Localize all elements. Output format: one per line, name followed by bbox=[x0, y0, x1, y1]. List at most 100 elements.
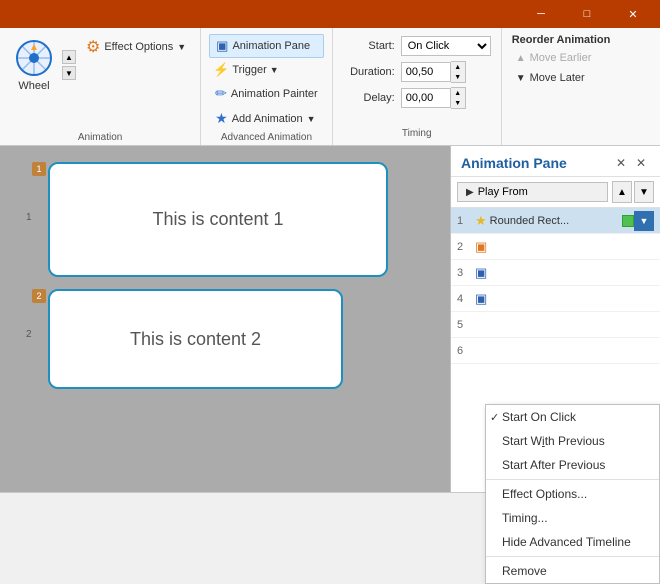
hide-advanced-label: Hide Advanced Timeline bbox=[502, 535, 631, 549]
delay-spin: ▲ ▼ bbox=[451, 87, 466, 109]
anim-row-6[interactable]: 6 bbox=[451, 338, 660, 364]
anim-row-4-icon: ▣ bbox=[475, 291, 487, 307]
delay-up[interactable]: ▲ bbox=[451, 88, 465, 98]
animation-painter-icon: ✏ bbox=[215, 85, 227, 102]
scroll-arrows: ▲ ▼ bbox=[62, 50, 76, 80]
slide-1-text: This is content 1 bbox=[152, 209, 283, 230]
move-later-button[interactable]: ▼ Move Later bbox=[512, 70, 611, 86]
anim-row-1[interactable]: 1 ★ Rounded Rect... ▼ bbox=[451, 208, 660, 234]
slide-2-badge: 2 bbox=[32, 289, 46, 303]
play-from-button[interactable]: ▶ Play From bbox=[457, 182, 608, 202]
duration-down[interactable]: ▼ bbox=[451, 72, 465, 82]
animation-dropdown-menu: Start On Click Start With Previous Start… bbox=[485, 404, 660, 584]
reorder-title: Reorder Animation bbox=[512, 34, 611, 46]
anim-row-4[interactable]: 4 ▣ bbox=[451, 286, 660, 312]
effect-options-item-label: Effect Options... bbox=[502, 487, 587, 501]
dropdown-separator-1 bbox=[486, 479, 659, 480]
animation-painter-button[interactable]: ✏ Animation Painter bbox=[209, 82, 324, 105]
delay-input-group: ▲ ▼ bbox=[401, 87, 466, 109]
advanced-btns: ▣ Animation Pane ⚡ Trigger ▼ ✏ Animation… bbox=[209, 34, 324, 130]
move-earlier-icon: ▲ bbox=[516, 53, 526, 64]
main-area: 1 1 This is content 1 2 2 This is conten… bbox=[0, 146, 660, 492]
wheel-label: Wheel bbox=[18, 80, 49, 92]
close-button[interactable]: ✕ bbox=[610, 0, 656, 28]
start-after-previous-label: Start After Previous bbox=[502, 458, 605, 472]
ribbon-reorder-group: Reorder Animation ▲ Move Earlier ▼ Move … bbox=[502, 28, 621, 145]
wheel-icon bbox=[14, 38, 54, 78]
animation-pane-button[interactable]: ▣ Animation Pane bbox=[209, 34, 324, 58]
dropdown-start-after-previous[interactable]: Start After Previous bbox=[486, 453, 659, 477]
ribbon: Wheel ▲ ▼ ⚙ Effect Options ▼ Animation bbox=[0, 28, 660, 146]
delay-down[interactable]: ▼ bbox=[451, 98, 465, 108]
add-animation-button[interactable]: ★ Add Animation ▼ bbox=[209, 107, 324, 130]
effect-animation-group: ⚙ Effect Options ▼ bbox=[80, 34, 192, 60]
slide-2-text: This is content 2 bbox=[130, 329, 261, 350]
wheel-button[interactable]: Wheel bbox=[8, 34, 60, 96]
animation-pane-icon: ▣ bbox=[216, 38, 228, 54]
ribbon-animations-group: Wheel ▲ ▼ ⚙ Effect Options ▼ Animation bbox=[0, 28, 201, 145]
scroll-down-arrow[interactable]: ▼ bbox=[62, 66, 76, 80]
dropdown-remove[interactable]: Remove bbox=[486, 559, 659, 583]
play-from-label: Play From bbox=[478, 186, 528, 198]
delay-label: Delay: bbox=[343, 92, 395, 104]
anim-row-5[interactable]: 5 bbox=[451, 312, 660, 338]
dropdown-start-on-click[interactable]: Start On Click bbox=[486, 405, 659, 429]
anim-row-2[interactable]: 2 ▣ bbox=[451, 234, 660, 260]
slide-panel: 1 1 This is content 1 2 2 This is conten… bbox=[0, 146, 450, 492]
dropdown-effect-options[interactable]: Effect Options... bbox=[486, 482, 659, 506]
remove-label: Remove bbox=[502, 564, 547, 578]
delay-input[interactable] bbox=[401, 88, 451, 108]
anim-row-2-icon: ▣ bbox=[475, 239, 487, 255]
scroll-up-arrow[interactable]: ▲ bbox=[62, 50, 76, 64]
anim-row-6-num: 6 bbox=[457, 345, 471, 357]
start-on-click-label: Start On Click bbox=[502, 410, 576, 424]
animations-content: Wheel ▲ ▼ ⚙ Effect Options ▼ bbox=[8, 34, 192, 130]
duration-input-group: ▲ ▼ bbox=[401, 61, 466, 83]
anim-row-1-label: Rounded Rect... bbox=[490, 215, 622, 227]
anim-row-1-num: 1 bbox=[457, 215, 471, 227]
slide-2-card[interactable]: 2 This is content 2 bbox=[48, 289, 343, 389]
ribbon-timing-group: Start: On Click With Previous After Prev… bbox=[333, 28, 502, 145]
duration-up[interactable]: ▲ bbox=[451, 62, 465, 72]
ribbon-group-advanced-label: Advanced Animation bbox=[221, 130, 312, 143]
ribbon-group-timing-label: Timing bbox=[343, 126, 491, 139]
delay-row: Delay: ▲ ▼ bbox=[343, 86, 491, 110]
start-select[interactable]: On Click With Previous After Previous bbox=[401, 36, 491, 56]
maximize-button[interactable]: □ bbox=[564, 0, 610, 28]
animation-pane-title: Animation Pane bbox=[461, 155, 567, 171]
trigger-button[interactable]: ⚡ Trigger ▼ bbox=[209, 60, 324, 80]
anim-row-3[interactable]: 3 ▣ bbox=[451, 260, 660, 286]
start-label: Start: bbox=[343, 40, 395, 52]
anim-row-1-dropdown[interactable]: ▼ bbox=[634, 211, 654, 231]
slide-1-number: 1 bbox=[26, 212, 38, 223]
nav-up-button[interactable]: ▲ bbox=[612, 181, 632, 203]
add-animation-label: Add Animation bbox=[232, 113, 303, 125]
animation-pane: Animation Pane ✕ ✕ ▶ Play From ▲ ▼ 1 ★ R… bbox=[450, 146, 660, 492]
duration-input[interactable] bbox=[401, 62, 451, 82]
pane-close-button[interactable]: ✕ bbox=[632, 154, 650, 172]
nav-arrows: ▲ ▼ bbox=[612, 181, 654, 203]
effect-options-caret: ▼ bbox=[177, 42, 186, 52]
dropdown-separator-2 bbox=[486, 556, 659, 557]
trigger-caret-icon: ▼ bbox=[270, 65, 279, 75]
dropdown-start-with-previous[interactable]: Start With Previous bbox=[486, 429, 659, 453]
anim-row-1-end-icon bbox=[622, 215, 634, 227]
effect-options-label: Effect Options bbox=[104, 41, 173, 53]
slide-1-badge: 1 bbox=[32, 162, 46, 176]
duration-spin: ▲ ▼ bbox=[451, 61, 466, 83]
effect-options-button[interactable]: ⚙ Effect Options ▼ bbox=[80, 34, 192, 60]
slide-1-container: 1 1 This is content 1 bbox=[26, 162, 434, 277]
anim-row-2-num: 2 bbox=[457, 241, 471, 253]
start-with-previous-label: Start With Previous bbox=[502, 434, 605, 448]
move-later-icon: ▼ bbox=[516, 73, 526, 84]
move-earlier-button[interactable]: ▲ Move Earlier bbox=[512, 50, 611, 66]
animation-pane-label: Animation Pane bbox=[232, 40, 310, 52]
nav-down-button[interactable]: ▼ bbox=[634, 181, 654, 203]
add-animation-caret: ▼ bbox=[307, 114, 316, 124]
minimize-button[interactable]: ─ bbox=[518, 0, 564, 28]
pane-pin-button[interactable]: ✕ bbox=[612, 154, 630, 172]
dropdown-hide-advanced[interactable]: Hide Advanced Timeline bbox=[486, 530, 659, 554]
title-bar-buttons: ─ □ ✕ bbox=[518, 0, 656, 28]
slide-2-number: 2 bbox=[26, 329, 38, 340]
slide-1-card[interactable]: 1 This is content 1 bbox=[48, 162, 388, 277]
